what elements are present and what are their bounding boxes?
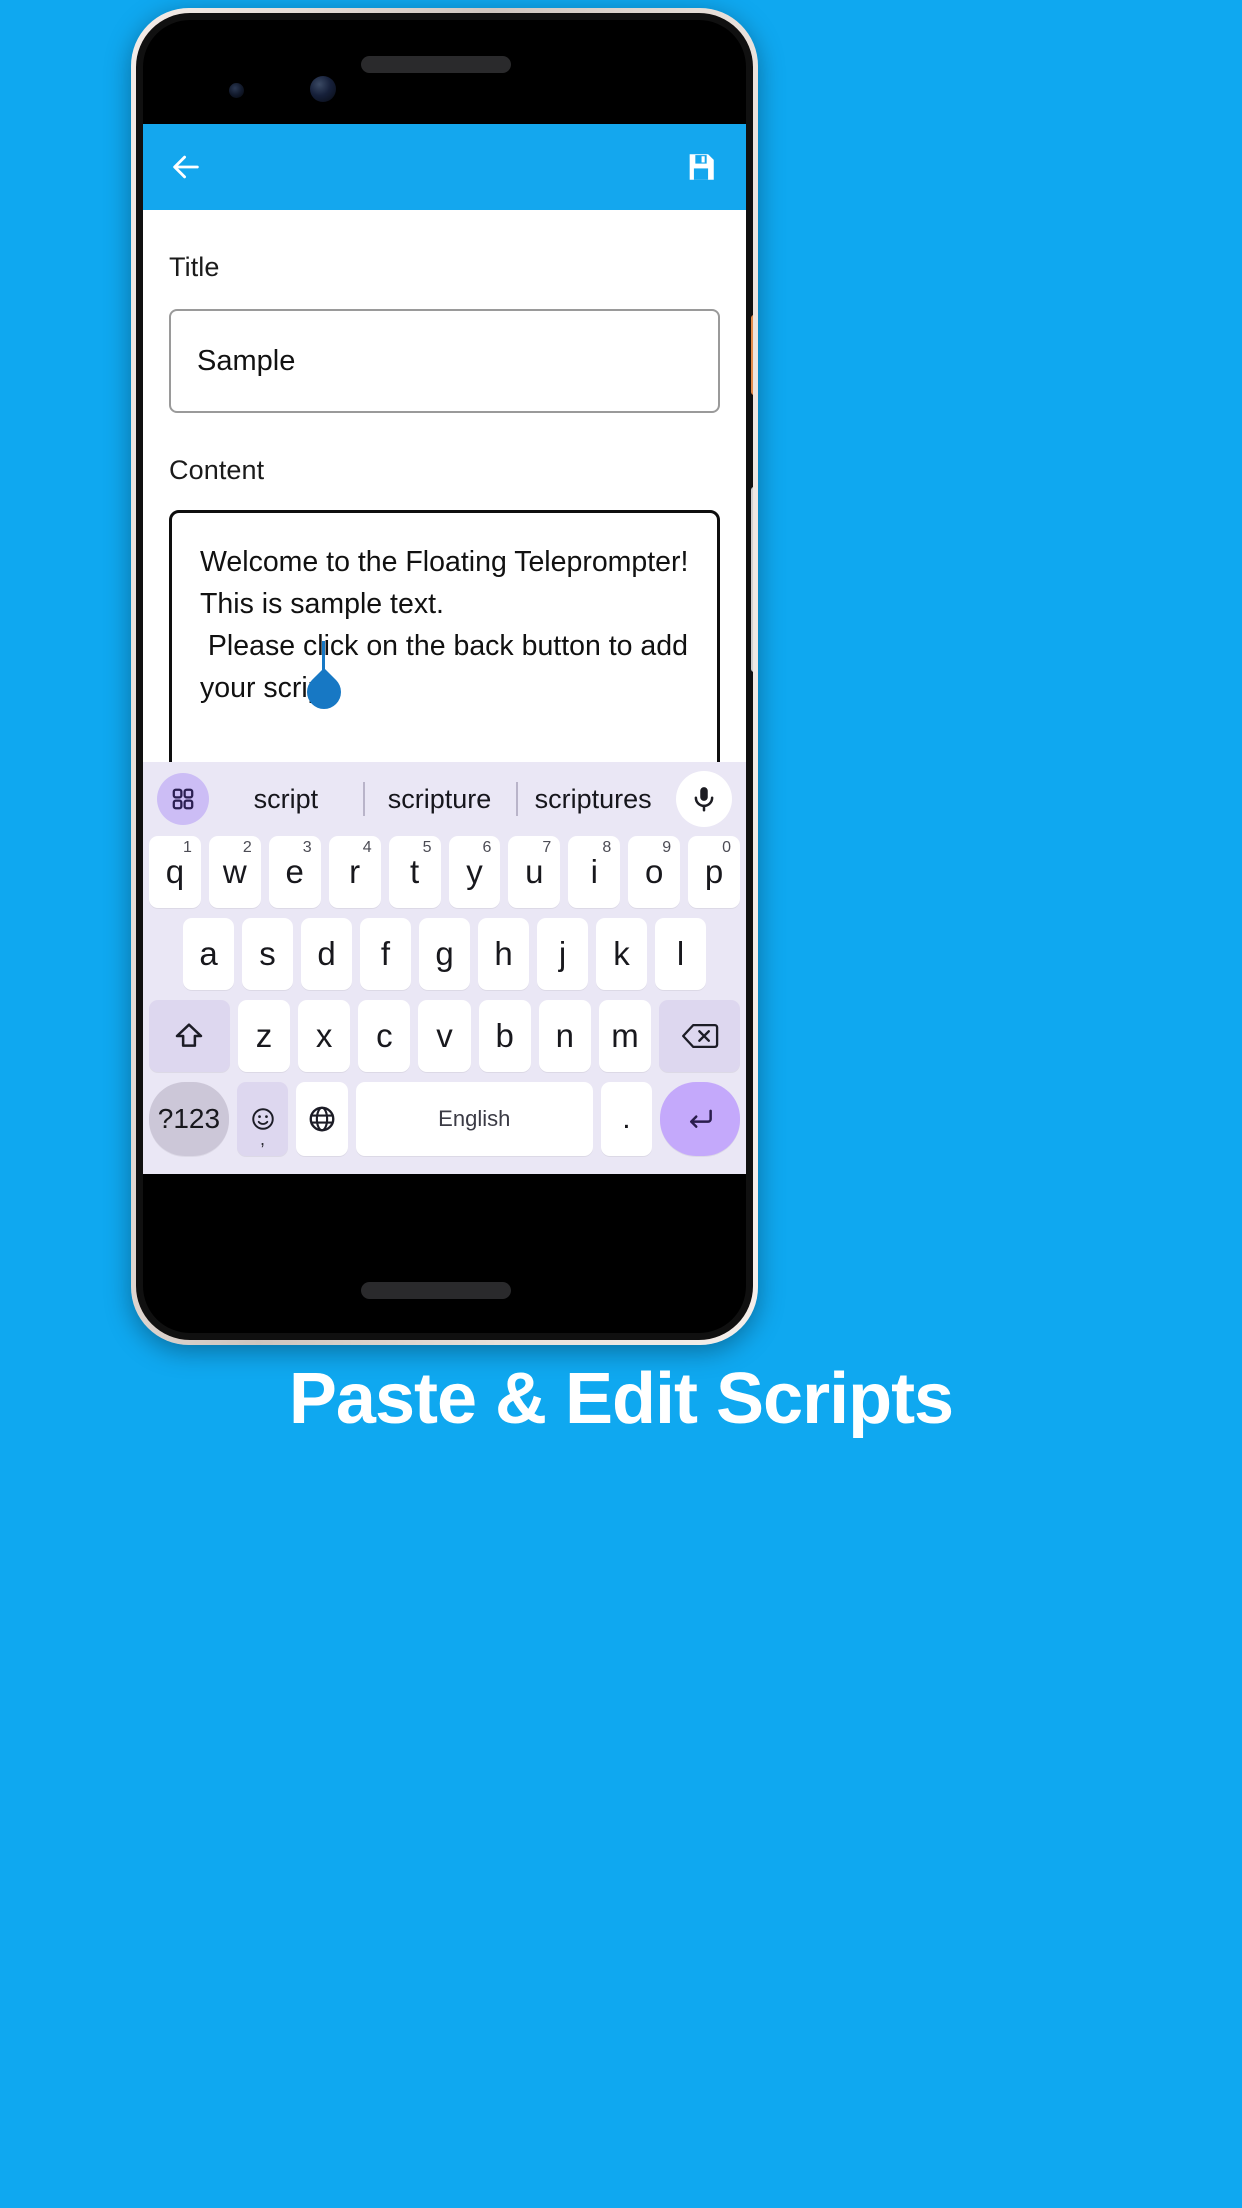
app-viewport: Title Sample Content Welcome to the Floa… (143, 124, 746, 1174)
title-field-label: Title (169, 252, 220, 282)
key-u-number: 7 (542, 839, 552, 856)
key-n[interactable]: n (538, 1000, 591, 1072)
phone-screen: Title Sample Content Welcome to the Floa… (143, 20, 746, 1333)
phone-device-frame: Title Sample Content Welcome to the Floa… (131, 8, 758, 1345)
save-floppy-icon (689, 154, 714, 180)
key-e-label: e (285, 853, 304, 890)
key-t-number: 5 (422, 839, 432, 856)
suggestion-item-0[interactable]: script (209, 784, 363, 815)
title-input[interactable]: Sample (169, 309, 720, 413)
microphone-icon (694, 787, 714, 812)
power-button[interactable] (751, 315, 753, 395)
key-q[interactable]: 1 q (148, 836, 201, 908)
emoji-key[interactable]: , (236, 1082, 289, 1156)
key-r-label: r (349, 853, 361, 890)
volume-button[interactable] (751, 487, 753, 672)
on-screen-keyboard: script scripture scriptures 1 q 2 w 3 e … (143, 762, 746, 1174)
suggestion-item-1[interactable]: scripture (363, 784, 517, 815)
shift-key[interactable] (149, 1000, 230, 1072)
key-t[interactable]: 5 t (388, 836, 441, 908)
key-k[interactable]: k (596, 918, 647, 990)
language-switch-key[interactable] (296, 1082, 348, 1156)
period-key[interactable]: . (600, 1082, 653, 1156)
key-e[interactable]: 3 e (268, 836, 321, 908)
key-q-label: q (165, 853, 185, 890)
suggestion-item-2[interactable]: scriptures (516, 784, 670, 815)
keyboard-row-bottom: ?123 , English . (143, 1082, 746, 1156)
content-field-label: Content (169, 455, 265, 485)
key-y[interactable]: 6 y (448, 836, 501, 908)
back-button[interactable] (163, 144, 209, 190)
voice-input-button[interactable] (676, 771, 733, 827)
key-r[interactable]: 4 r (328, 836, 381, 908)
key-y-label: y (466, 853, 483, 890)
backspace-delete-icon (681, 1023, 718, 1049)
key-o-number: 9 (662, 839, 672, 856)
earpiece-speaker (361, 56, 511, 73)
key-w-number: 2 (242, 839, 252, 856)
key-s[interactable]: s (242, 918, 293, 990)
key-i-label: i (590, 853, 598, 890)
promo-banner: Paste & Edit Scripts (0, 1358, 1242, 1440)
bottom-speaker (361, 1282, 511, 1299)
enter-key[interactable] (660, 1082, 740, 1156)
key-i[interactable]: 8 i (568, 836, 621, 908)
key-t-label: t (409, 853, 420, 890)
emoji-key-sub-label: , (260, 1129, 266, 1149)
key-a[interactable]: a (183, 918, 234, 990)
suggestion-strip: script scripture scriptures (143, 762, 746, 836)
key-r-number: 4 (362, 839, 372, 856)
keyboard-row-home: a s d f g h j k l (143, 918, 746, 990)
front-sensor-icon (229, 83, 244, 98)
key-y-number: 6 (482, 839, 492, 856)
key-q-number: 1 (182, 839, 192, 856)
key-h[interactable]: h (478, 918, 529, 990)
keyboard-row-top: 1 q 2 w 3 e 4 r 5 t 6 y 7 u 8 i 9 o 0 p (143, 836, 746, 908)
key-x[interactable]: x (298, 1000, 351, 1072)
backspace-key[interactable] (659, 1000, 740, 1072)
enter-return-icon (690, 1109, 712, 1128)
key-o-label: o (644, 853, 664, 890)
key-o[interactable]: 9 o (628, 836, 681, 908)
key-p-label: p (704, 853, 724, 890)
key-b[interactable]: b (478, 1000, 531, 1072)
key-f[interactable]: f (360, 918, 411, 990)
key-w-label: w (222, 853, 247, 890)
key-e-number: 3 (302, 839, 312, 856)
key-c[interactable]: c (358, 1000, 411, 1072)
key-l[interactable]: l (655, 918, 706, 990)
promo-screenshot: Title Sample Content Welcome to the Floa… (0, 0, 1242, 2208)
app-bar (143, 124, 746, 210)
key-i-number: 8 (602, 839, 612, 856)
key-u[interactable]: 7 u (508, 836, 561, 908)
key-z[interactable]: z (237, 1000, 291, 1072)
key-w[interactable]: 2 w (208, 836, 261, 908)
key-j[interactable]: j (537, 918, 588, 990)
save-button[interactable] (678, 144, 724, 190)
keyboard-toolbar-toggle-button[interactable] (157, 773, 209, 825)
key-m[interactable]: m (598, 1000, 652, 1072)
grid-four-squares-icon (172, 788, 194, 810)
keyboard-row-third: z x c v b n m (143, 1000, 746, 1072)
key-d[interactable]: d (301, 918, 352, 990)
globe-language-icon (309, 1106, 335, 1132)
shift-arrow-up-icon (176, 1023, 203, 1047)
key-p[interactable]: 0 p (688, 836, 741, 908)
key-p-number: 0 (722, 839, 732, 856)
front-camera-icon (310, 76, 336, 102)
key-g[interactable]: g (419, 918, 470, 990)
promo-banner-title: Paste & Edit Scripts (288, 1359, 954, 1439)
numeric-mode-key[interactable]: ?123 (149, 1082, 229, 1156)
title-input-value: Sample (197, 344, 296, 377)
key-u-label: u (525, 853, 544, 890)
key-v[interactable]: v (418, 1000, 471, 1072)
content-input-value: Welcome to the Floating Teleprompter! Th… (200, 546, 689, 704)
space-key[interactable]: English (355, 1082, 593, 1156)
arrow-left-icon (173, 155, 199, 179)
phone-bezel: Title Sample Content Welcome to the Floa… (136, 13, 753, 1340)
